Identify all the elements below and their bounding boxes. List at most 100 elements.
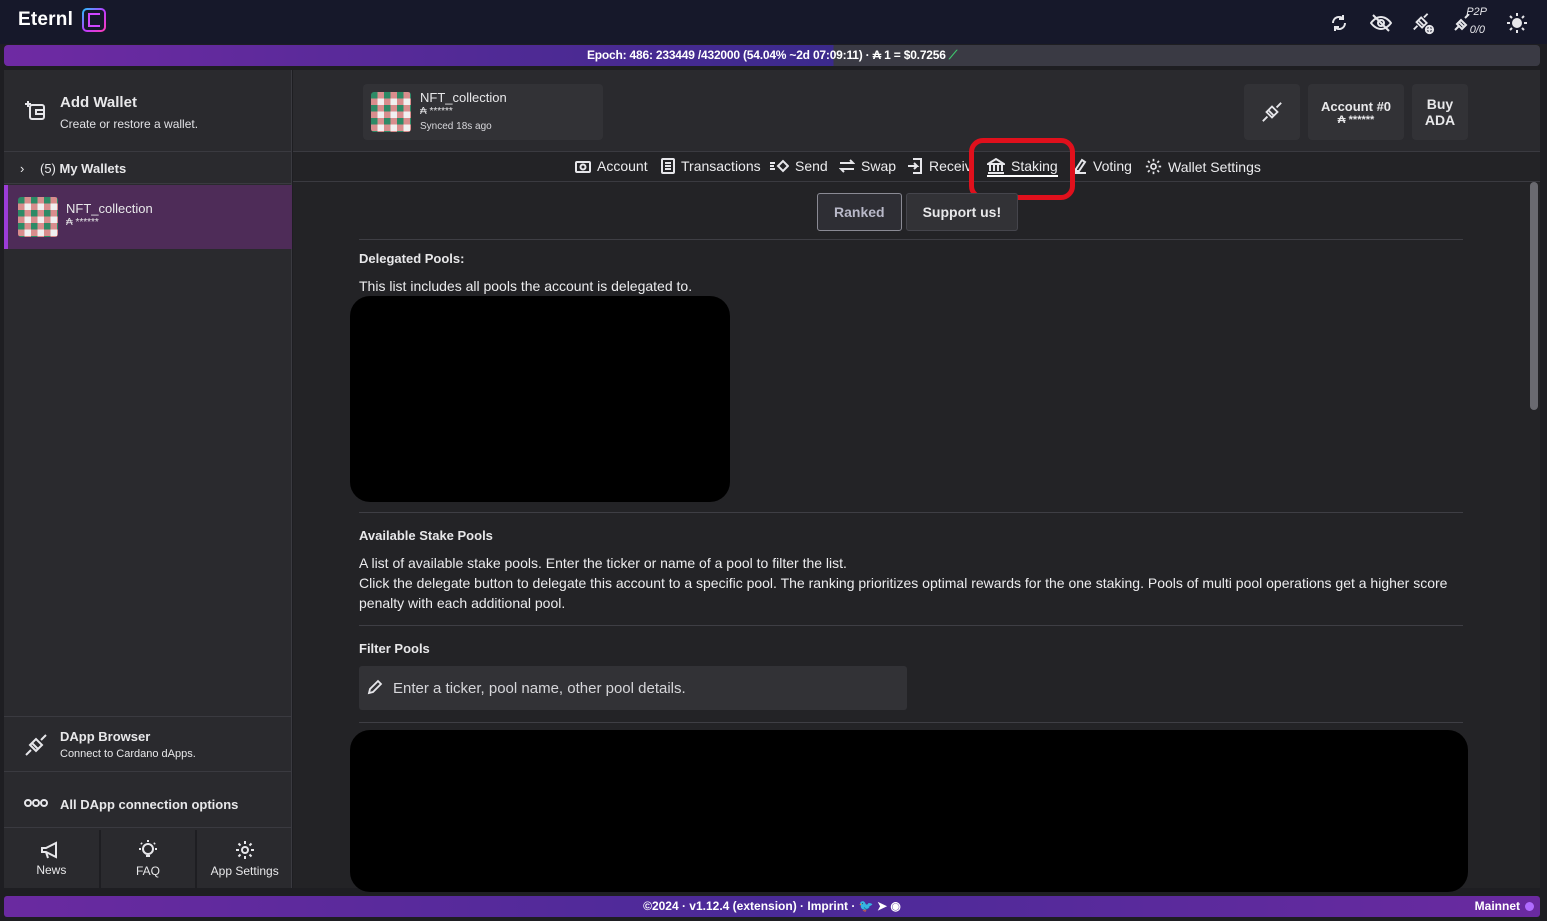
content-scrollbar[interactable]	[1530, 182, 1538, 888]
camera-icon	[575, 161, 591, 173]
faq-button[interactable]: FAQ	[101, 830, 198, 888]
tab-send[interactable]: Send	[769, 158, 828, 174]
chevron-right-icon: ›	[20, 161, 25, 176]
buy-label: Buy	[1426, 96, 1454, 112]
add-wallet-title: Add Wallet	[60, 94, 137, 111]
tab-wallet-settings[interactable]: Wallet Settings	[1145, 158, 1261, 175]
wallet-avatar	[18, 197, 58, 237]
dapp-connect-globe-icon[interactable]	[1411, 11, 1435, 35]
epoch-text: Epoch: 486: 233449 /432000 (54.04% ~2d 0…	[586, 48, 946, 62]
all-dapp-options-label: All DApp connection options	[60, 797, 239, 812]
app-logo-text[interactable]: Eternl	[18, 9, 73, 31]
wallet-name: NFT_collection	[420, 90, 507, 105]
tab-send-label: Send	[795, 158, 828, 174]
wallet-balance: ₳ ******	[420, 106, 453, 117]
theme-sun-icon[interactable]	[1505, 11, 1529, 35]
divider	[359, 512, 1463, 513]
tab-swap[interactable]: Swap	[839, 158, 896, 174]
tab-account-label: Account	[597, 158, 648, 174]
add-wallet-icon	[24, 99, 46, 126]
support-us-button[interactable]: Support us!	[905, 193, 1019, 231]
scrollbar-thumb[interactable]	[1530, 182, 1538, 410]
wallet-header: NFT_collection ₳ ****** Synced 18s ago A…	[293, 70, 1540, 152]
footer-text: ©2024 · v1.12.4 (extension) · Imprint ·	[643, 899, 856, 913]
available-pools-title: Available Stake Pools	[359, 528, 493, 543]
lightbulb-icon	[139, 840, 157, 857]
app-settings-button[interactable]: App Settings	[197, 830, 292, 888]
delegated-pools-desc: This list includes all pools the account…	[359, 278, 693, 294]
news-button[interactable]: News	[4, 830, 101, 888]
tab-account[interactable]: Account	[575, 158, 648, 174]
tab-wallet-settings-label: Wallet Settings	[1168, 158, 1261, 175]
top-bar: Eternl P2P 0/0	[0, 0, 1547, 44]
sidebar-wallet-item[interactable]: NFT_collection ₳ ******	[4, 185, 292, 249]
ada-label: ADA	[1424, 112, 1456, 128]
gear-icon	[1145, 158, 1162, 175]
available-pools-desc-1: A list of available stake pools. Enter t…	[359, 555, 847, 571]
sidebar: Add Wallet Create or restore a wallet. ›…	[4, 70, 292, 888]
app-settings-label: App Settings	[210, 864, 279, 878]
connection-dots-icon	[24, 795, 48, 813]
buy-ada-button[interactable]: Buy ADA	[1412, 84, 1468, 140]
main-panel: NFT_collection ₳ ****** Synced 18s ago A…	[293, 70, 1540, 892]
p2p-count: 0/0	[1469, 24, 1485, 36]
p2p-label: P2P	[1466, 6, 1487, 18]
news-label: News	[36, 863, 67, 877]
list-icon	[661, 158, 675, 174]
discord-icon[interactable]: ◉	[890, 899, 900, 913]
my-wallets-toggle[interactable]: › (5) My Wallets	[4, 154, 292, 184]
receive-icon	[908, 158, 922, 174]
staking-mode-buttons: Ranked Support us!	[817, 193, 1019, 231]
sync-status: Synced 18s ago	[420, 121, 492, 132]
tab-transactions[interactable]: Transactions	[661, 158, 761, 174]
dapp-connect-button[interactable]	[1244, 84, 1300, 140]
add-wallet-button[interactable]: Add Wallet Create or restore a wallet.	[4, 70, 292, 152]
account-label: Account #0	[1320, 98, 1392, 114]
wallet-avatar	[371, 92, 411, 132]
twitter-icon[interactable]: 🐦	[859, 899, 874, 913]
network-indicator[interactable]: Mainnet	[1475, 896, 1534, 917]
plug-icon	[24, 733, 48, 762]
tab-swap-label: Swap	[861, 158, 897, 174]
filter-pools-input[interactable]	[393, 666, 893, 710]
wallet-tabs: Account Transactions Send Swap Receiv St…	[293, 154, 1540, 182]
pencil-icon	[367, 679, 383, 700]
telegram-icon[interactable]: ➤	[877, 899, 887, 913]
trend-up-icon: ⟋	[948, 48, 958, 62]
send-icon	[770, 159, 789, 173]
p2p-status[interactable]: P2P 0/0	[1453, 6, 1487, 38]
tab-voting-label: Voting	[1093, 158, 1132, 174]
faq-label: FAQ	[136, 864, 161, 878]
delegated-pools-redacted	[350, 296, 730, 502]
wallet-card[interactable]: NFT_collection ₳ ****** Synced 18s ago	[363, 84, 603, 140]
account-selector[interactable]: Account #0 ₳ ******	[1308, 84, 1404, 140]
footer-bar: ©2024 · v1.12.4 (extension) · Imprint · …	[4, 896, 1540, 917]
divider	[359, 722, 1463, 723]
swap-icon	[839, 159, 855, 173]
available-pools-desc-2: Click the delegate button to delegate th…	[359, 575, 1448, 611]
divider	[359, 239, 1463, 240]
pool-list-redacted	[350, 730, 1468, 892]
app-logo-icon[interactable]	[82, 8, 106, 32]
dapp-browser-button[interactable]: DApp Browser Connect to Cardano dApps.	[4, 716, 292, 772]
staking-content: Ranked Support us! Delegated Pools: This…	[350, 182, 1468, 892]
megaphone-icon	[41, 841, 58, 859]
filter-pools-title: Filter Pools	[359, 641, 430, 656]
filter-pools-field[interactable]	[359, 666, 907, 710]
my-wallets-count: (5)	[40, 161, 56, 176]
wallet-name: NFT_collection	[66, 201, 153, 216]
all-dapp-options-button[interactable]: All DApp connection options	[4, 774, 292, 828]
plug-icon	[1262, 102, 1282, 122]
vote-icon	[1074, 158, 1087, 174]
top-icons: P2P 0/0	[1327, 6, 1529, 38]
divider	[359, 625, 1463, 626]
ranked-button[interactable]: Ranked	[817, 193, 902, 231]
hide-balance-icon[interactable]	[1369, 11, 1393, 35]
network-label: Mainnet	[1474, 899, 1520, 913]
tab-voting[interactable]: Voting	[1073, 158, 1132, 174]
tab-transactions-label: Transactions	[681, 158, 761, 174]
tab-receive[interactable]: Receiv	[907, 158, 972, 174]
sync-icon[interactable]	[1327, 11, 1351, 35]
dapp-browser-title: DApp Browser	[60, 729, 151, 744]
epoch-progress-bar: Epoch: 486: 233449 /432000 (54.04% ~2d 0…	[4, 45, 1540, 66]
